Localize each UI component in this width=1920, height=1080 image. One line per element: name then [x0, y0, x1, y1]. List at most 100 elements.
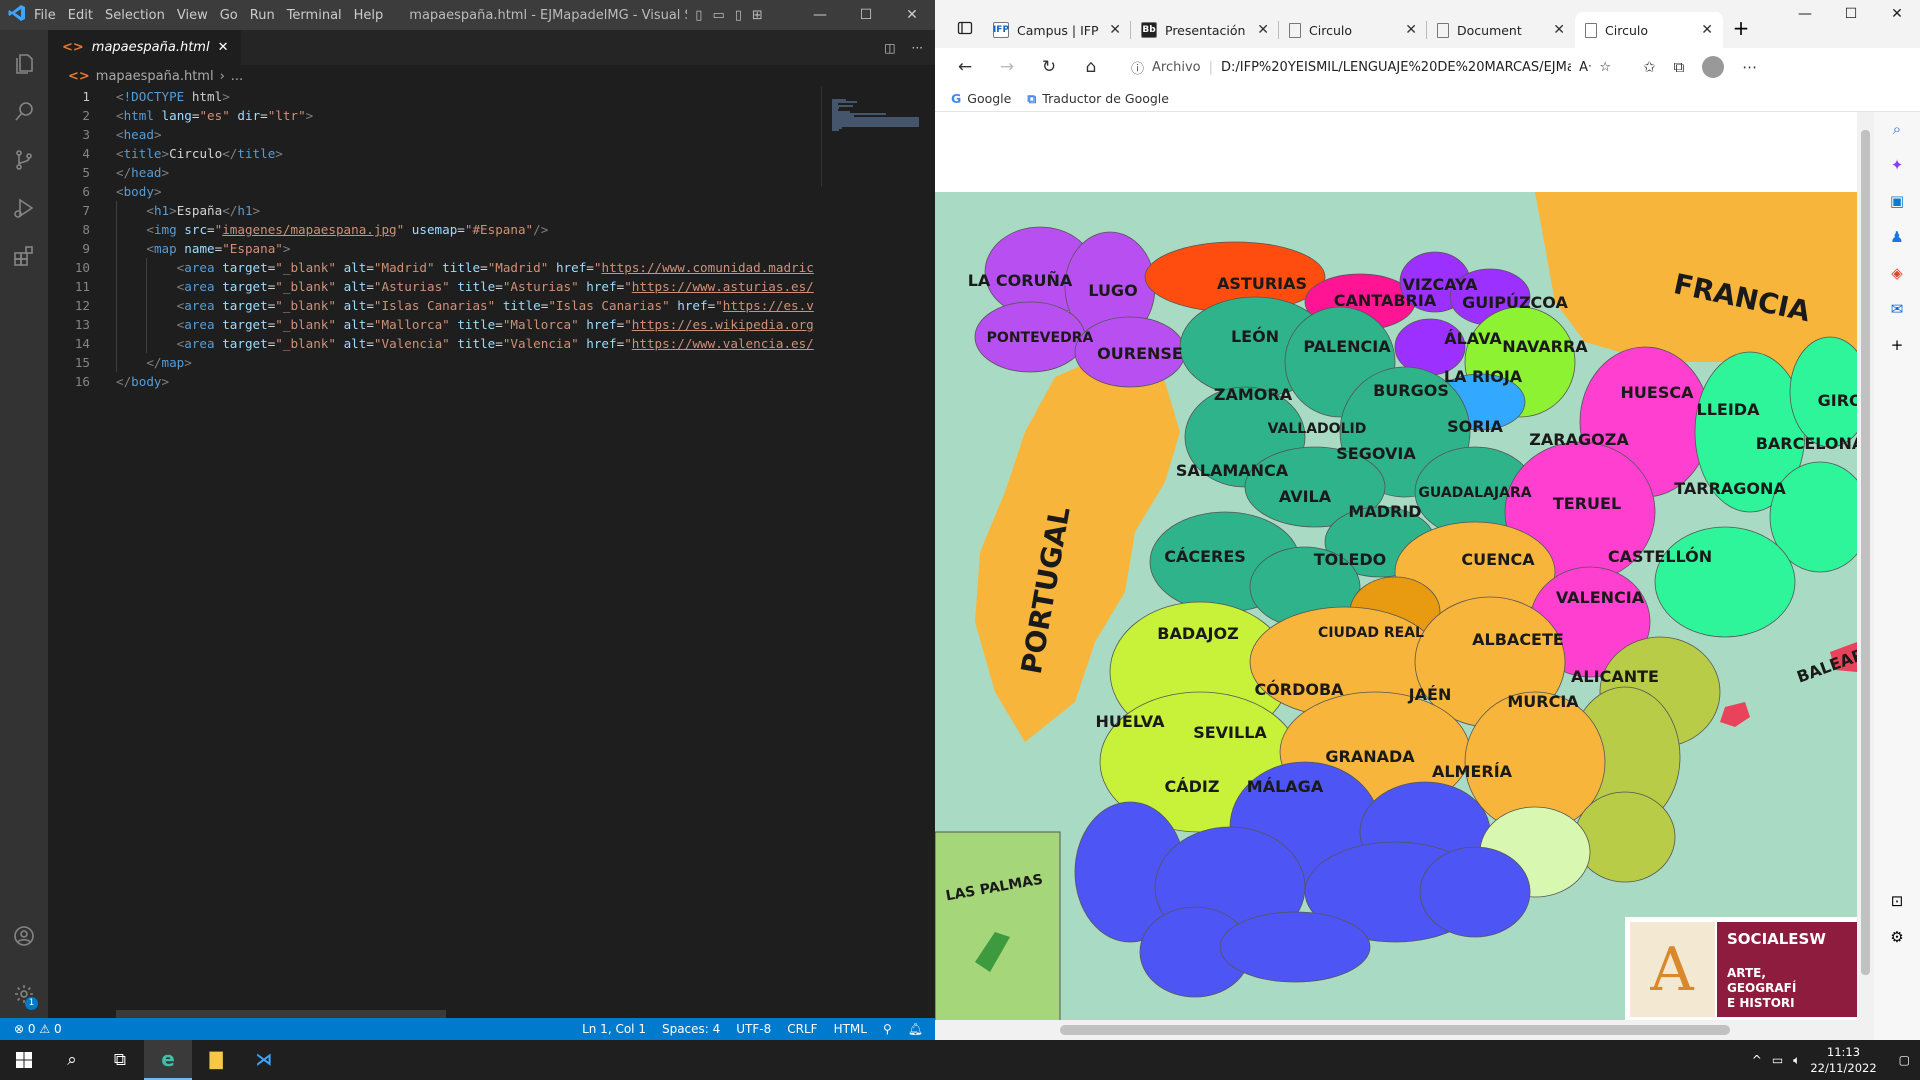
- forward-arrow-icon[interactable]: →: [989, 57, 1025, 77]
- language-mode[interactable]: HTML: [834, 1022, 867, 1036]
- search-icon[interactable]: [0, 88, 48, 136]
- url-text[interactable]: D:/IFP%20YEISMIL/LENGUAJE%20DE%20MARCAS/…: [1221, 60, 1571, 75]
- code-line[interactable]: 12 <area target="_blank" alt="Islas Cana…: [48, 296, 821, 315]
- code-line[interactable]: 6 <body>: [48, 182, 821, 201]
- close-tab-icon[interactable]: ✕: [1257, 22, 1269, 38]
- source-control-icon[interactable]: [0, 136, 48, 184]
- sidebar-copilot-icon[interactable]: ✦: [1891, 156, 1904, 174]
- more-actions-icon[interactable]: ···: [912, 41, 923, 55]
- add-favorite-icon[interactable]: ☆: [1599, 60, 1611, 75]
- province-alicante[interactable]: [1574, 791, 1676, 883]
- menu-item-go[interactable]: Go: [220, 8, 238, 23]
- profile-avatar[interactable]: [1702, 56, 1725, 78]
- close-button[interactable]: ✕: [889, 7, 935, 23]
- clock[interactable]: 11:13 22/11/2022: [1810, 1044, 1876, 1076]
- start-windows-icon[interactable]: [0, 1040, 48, 1080]
- settings-gear-icon[interactable]: 1: [0, 970, 48, 1018]
- code-line[interactable]: 10 <area target="_blank" alt="Madrid" ti…: [48, 258, 821, 277]
- account-icon[interactable]: [0, 912, 48, 960]
- menu-item-selection[interactable]: Selection: [105, 8, 165, 23]
- code-line[interactable]: 4 <title>Circulo</title>: [48, 144, 821, 163]
- code-line[interactable]: 15 </map>: [48, 353, 821, 372]
- code-line[interactable]: 2 <html lang="es" dir="ltr">: [48, 106, 821, 125]
- browser-minimize-button[interactable]: —: [1782, 6, 1828, 22]
- vertical-scroll-thumb[interactable]: [1861, 130, 1870, 975]
- site-info-icon[interactable]: ⓘ: [1131, 58, 1144, 77]
- island-mallorca[interactable]: [1720, 702, 1750, 727]
- run-debug-icon[interactable]: [0, 184, 48, 232]
- close-tab-icon[interactable]: ✕: [1553, 22, 1565, 38]
- close-tab-icon[interactable]: ✕: [1109, 22, 1121, 38]
- code-line[interactable]: 13 <area target="_blank" alt="Mallorca" …: [48, 315, 821, 334]
- refresh-icon[interactable]: ↻: [1031, 57, 1067, 77]
- indentation[interactable]: Spaces: 4: [662, 1022, 720, 1036]
- taskbar-vscode-icon[interactable]: ⋊: [240, 1040, 288, 1080]
- volume-icon[interactable]: 🔈︎: [1793, 1053, 1800, 1068]
- new-tab-button[interactable]: +: [1723, 16, 1759, 48]
- horizontal-scroll-thumb[interactable]: [1060, 1025, 1730, 1035]
- tab-actions-icon[interactable]: [947, 8, 983, 48]
- favorites-icon[interactable]: ✩: [1643, 58, 1656, 76]
- sidebar-add-icon[interactable]: +: [1891, 336, 1904, 354]
- customize-layout-icon[interactable]: ⊞: [752, 8, 763, 23]
- notifications-bell-icon[interactable]: 🔔︎: [908, 1022, 923, 1036]
- minimap[interactable]: [821, 87, 923, 187]
- editor-tab-mapaespana[interactable]: <> mapaespaña.html ✕: [48, 30, 241, 65]
- menu-item-terminal[interactable]: Terminal: [287, 8, 342, 23]
- sidebar-hide-icon[interactable]: ⊡: [1891, 892, 1904, 910]
- browser-tab[interactable]: Circulo ✕: [1279, 12, 1427, 48]
- collections-icon[interactable]: ⧉: [1674, 58, 1685, 76]
- code-line[interactable]: 16 </body>: [48, 372, 821, 391]
- browser-tab[interactable]: IFP Campus | IFP In ✕: [983, 12, 1131, 48]
- favorite-google[interactable]: G Google: [951, 91, 1011, 106]
- taskbar-edge-icon[interactable]: e: [144, 1040, 192, 1080]
- province-tarragona[interactable]: [1654, 526, 1796, 638]
- canary-islands-inset[interactable]: [935, 831, 1061, 1020]
- toggle-secondary-sidebar-icon[interactable]: ▯: [735, 8, 742, 23]
- sidebar-outlook-icon[interactable]: ✉: [1891, 300, 1904, 318]
- close-tab-icon[interactable]: ✕: [218, 40, 229, 55]
- network-icon[interactable]: ▭: [1772, 1053, 1783, 1067]
- minimize-button[interactable]: —: [797, 7, 843, 23]
- sidebar-search-icon[interactable]: ⌕: [1893, 120, 1901, 138]
- page-vertical-scrollbar[interactable]: [1857, 112, 1874, 1020]
- cursor-position[interactable]: Ln 1, Col 1: [582, 1022, 646, 1036]
- close-tab-icon[interactable]: ✕: [1701, 22, 1713, 38]
- menu-item-help[interactable]: Help: [354, 8, 384, 23]
- encoding[interactable]: UTF-8: [736, 1022, 771, 1036]
- sidebar-shopping-icon[interactable]: ▣: [1890, 192, 1904, 210]
- settings-more-icon[interactable]: ⋯: [1742, 58, 1757, 76]
- spain-map-image[interactable]: FRANCIAPORTUGALLA CORUÑALUGO ASTURIASCANT…: [935, 192, 1857, 1020]
- sidebar-office-icon[interactable]: ◈: [1891, 264, 1903, 282]
- taskbar-file-explorer-icon[interactable]: ▇: [192, 1040, 240, 1080]
- close-tab-icon[interactable]: ✕: [1405, 22, 1417, 38]
- province-almería[interactable]: [1419, 846, 1531, 938]
- menu-item-file[interactable]: File: [34, 8, 56, 23]
- read-aloud-icon[interactable]: A͏ᐧ: [1579, 60, 1591, 75]
- breadcrumb-rest[interactable]: ...: [231, 69, 243, 84]
- browser-maximize-button[interactable]: ☐: [1828, 6, 1874, 22]
- code-line[interactable]: 3 <head>: [48, 125, 821, 144]
- browser-tab[interactable]: Document ✕: [1427, 12, 1575, 48]
- notification-center-icon[interactable]: ▢: [1899, 1053, 1910, 1067]
- problems-indicator[interactable]: ⊗ 0 ⚠ 0: [0, 1022, 62, 1036]
- explorer-icon[interactable]: [0, 40, 48, 88]
- line-endings[interactable]: CRLF: [787, 1022, 817, 1036]
- menu-item-edit[interactable]: Edit: [68, 8, 93, 23]
- maximize-button[interactable]: ☐: [843, 7, 889, 23]
- browser-close-button[interactable]: ✕: [1874, 6, 1920, 22]
- code-editor[interactable]: 1 <!DOCTYPE html> 2 <html lang="es" dir="lt…: [48, 87, 821, 1018]
- code-line[interactable]: 8 <img src="imagenes/mapaespana.jpg" use…: [48, 220, 821, 239]
- taskbar-search-icon[interactable]: ⌕: [48, 1040, 96, 1080]
- browser-tab[interactable]: Bb Presentación d ✕: [1131, 12, 1279, 48]
- sidebar-games-icon[interactable]: ♟: [1890, 228, 1903, 246]
- task-view-icon[interactable]: ⧉: [96, 1040, 144, 1080]
- browser-tab[interactable]: Circulo ✕: [1575, 12, 1723, 48]
- address-bar[interactable]: ⓘ Archivo | D:/IFP%20YEISMIL/LENGUAJE%20…: [1121, 52, 1621, 82]
- code-line[interactable]: 5 </head>: [48, 163, 821, 182]
- code-line[interactable]: 1 <!DOCTYPE html>: [48, 87, 821, 106]
- code-line[interactable]: 11 <area target="_blank" alt="Asturias" …: [48, 277, 821, 296]
- code-line[interactable]: 14 <area target="_blank" alt="Valencia" …: [48, 334, 821, 353]
- province-málaga[interactable]: [1219, 911, 1371, 983]
- toggle-panel-icon[interactable]: ▭: [712, 8, 724, 23]
